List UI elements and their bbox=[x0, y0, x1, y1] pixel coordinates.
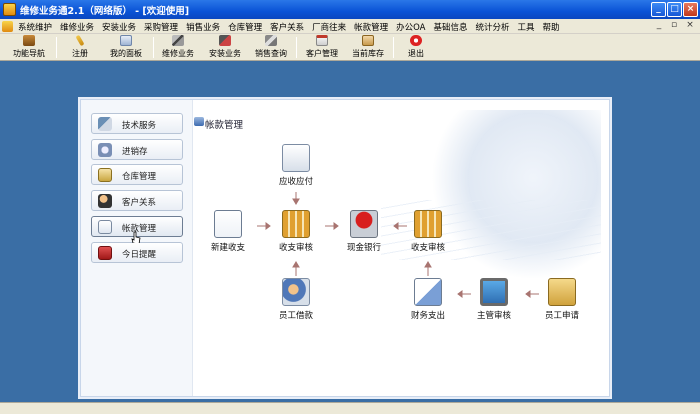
menu-item-statistics[interactable]: 统计分析 bbox=[472, 21, 514, 33]
maximize-button[interactable]: □ bbox=[667, 2, 682, 17]
menu-item-basic-info[interactable]: 基础信息 bbox=[430, 21, 472, 33]
menu-bar: 系统维护 维修业务 安装业务 采购管理 销售业务 仓库管理 客户关系 厂商往来 … bbox=[0, 19, 700, 34]
customer-icon bbox=[316, 35, 328, 46]
toolbar: 功能导航 注册 我的面板 维修业务 安装业务 销售查询 客户管理 当前库存 退出 bbox=[0, 34, 700, 61]
close-button[interactable]: × bbox=[683, 2, 698, 17]
app-icon bbox=[3, 3, 16, 16]
menu-item-office[interactable]: 办公OA bbox=[392, 21, 429, 33]
window-title: 维修业务通2.1（网络版） - [欢迎使用] bbox=[20, 6, 190, 17]
navigation-icon bbox=[23, 35, 35, 46]
install-icon bbox=[219, 35, 231, 46]
mdi-restore-button[interactable]: ▫ bbox=[668, 20, 680, 32]
toolbar-sales-query-button[interactable]: 销售查询 bbox=[251, 35, 291, 60]
menu-item-purchase[interactable]: 采购管理 bbox=[140, 21, 182, 33]
status-bar bbox=[0, 402, 700, 414]
menu-item-vendor[interactable]: 厂商往来 bbox=[308, 21, 350, 33]
welcome-panel: 技术服务 进销存 仓库管理 客户关系 帐款管理 今日提醒 帐款管理 应收应付 新 bbox=[80, 99, 610, 397]
toolbar-separator bbox=[296, 37, 297, 58]
minimize-button[interactable]: _ bbox=[651, 2, 666, 17]
menu-item-repair[interactable]: 维修业务 bbox=[56, 21, 98, 33]
menu-item-install[interactable]: 安装业务 bbox=[98, 21, 140, 33]
menu-item-sales[interactable]: 销售业务 bbox=[182, 21, 224, 33]
my-panel-icon bbox=[120, 35, 132, 46]
mdi-close-button[interactable]: × bbox=[684, 20, 696, 32]
toolbar-my-panel-button[interactable]: 我的面板 bbox=[104, 35, 148, 60]
menu-item-accounts[interactable]: 帐款管理 bbox=[350, 21, 392, 33]
hand-cursor-icon bbox=[131, 231, 141, 243]
menu-item-help[interactable]: 帮助 bbox=[539, 21, 564, 33]
menu-item-customer[interactable]: 客户关系 bbox=[266, 21, 308, 33]
exit-icon bbox=[410, 35, 422, 46]
toolbar-separator bbox=[153, 37, 154, 58]
toolbar-navigation-button[interactable]: 功能导航 bbox=[8, 35, 50, 60]
toolbar-exit-button[interactable]: 退出 bbox=[402, 35, 430, 60]
toolbar-separator bbox=[393, 37, 394, 58]
repair-icon bbox=[172, 35, 184, 46]
toolbar-register-button[interactable]: 注册 bbox=[66, 34, 94, 60]
toolbar-customer-button[interactable]: 客户管理 bbox=[302, 35, 342, 60]
menu-item-system[interactable]: 系统维护 bbox=[14, 21, 56, 33]
toolbar-separator bbox=[56, 37, 57, 58]
menu-item-warehouse[interactable]: 仓库管理 bbox=[224, 21, 266, 33]
mdi-document-icon[interactable] bbox=[2, 21, 13, 32]
menu-items: 系统维护 维修业务 安装业务 采购管理 销售业务 仓库管理 客户关系 厂商往来 … bbox=[14, 21, 564, 33]
flow-arrows bbox=[257, 192, 539, 298]
menu-item-tools[interactable]: 工具 bbox=[514, 21, 539, 33]
toolbar-inventory-button[interactable]: 当前库存 bbox=[348, 35, 388, 60]
toolbar-repair-button[interactable]: 维修业务 bbox=[158, 35, 198, 60]
mdi-minimize-button[interactable]: _ bbox=[653, 20, 665, 32]
inventory-icon bbox=[362, 35, 374, 46]
title-bar: 维修业务通2.1（网络版） - [欢迎使用] _ □ × bbox=[0, 0, 700, 19]
toolbar-install-button[interactable]: 安装业务 bbox=[205, 35, 245, 60]
register-icon bbox=[75, 34, 85, 47]
sales-query-icon bbox=[265, 35, 277, 46]
